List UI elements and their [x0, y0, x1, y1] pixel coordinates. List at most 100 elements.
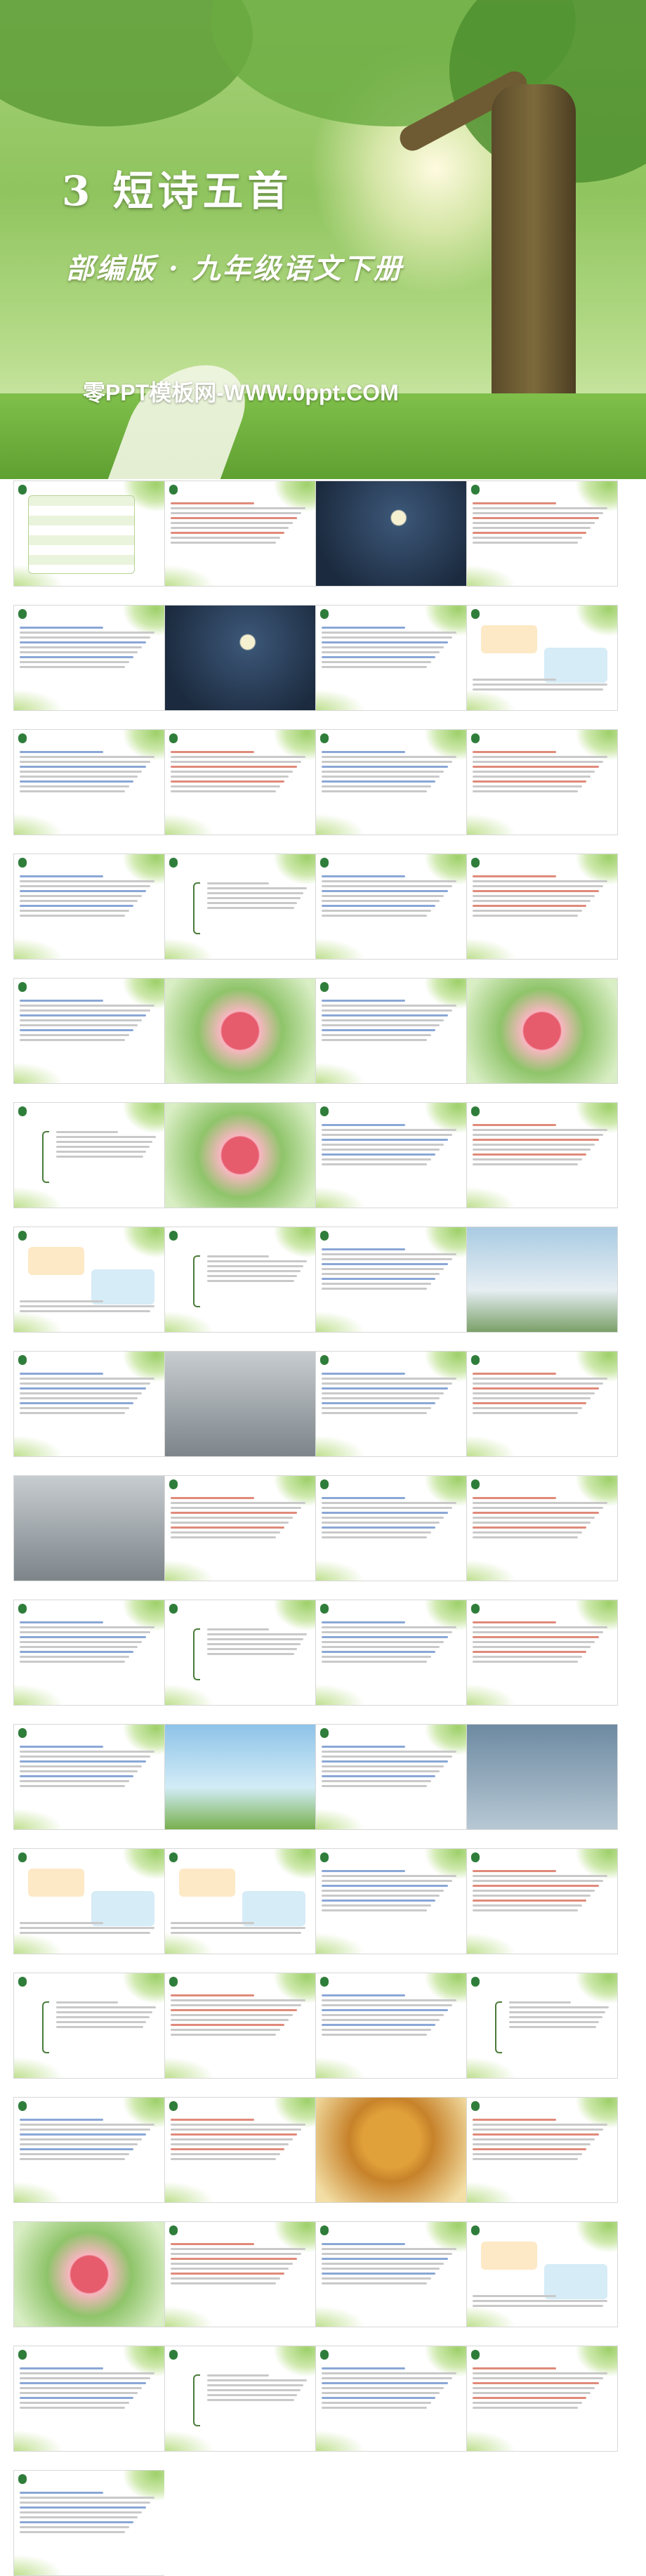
slide-thumbnail[interactable] — [315, 2346, 467, 2452]
slide-thumbnail[interactable] — [164, 480, 316, 587]
slide-thumbnail[interactable] — [13, 2097, 165, 2203]
slide-thumbnail[interactable] — [164, 1227, 316, 1333]
slide-thumbnail[interactable] — [315, 854, 467, 960]
slide-text-block — [20, 872, 159, 920]
slide-thumbnail[interactable] — [13, 2470, 165, 2576]
slide-thumbnail[interactable] — [315, 1600, 467, 1706]
text-line — [473, 2158, 579, 2160]
slide-thumbnail[interactable] — [13, 1600, 165, 1706]
text-line — [322, 1258, 453, 1260]
slide-thumbnail[interactable] — [466, 2221, 618, 2327]
slide-text-block — [20, 624, 159, 671]
slide-thumbnail[interactable] — [13, 1102, 165, 1208]
leaf-decoration — [165, 1684, 214, 1705]
text-line — [20, 1785, 126, 1787]
slide-thumbnail[interactable] — [13, 1724, 165, 1830]
text-line — [322, 1885, 449, 1887]
slide-thumbnail[interactable] — [315, 1351, 467, 1457]
slide-thumbnail[interactable] — [315, 605, 467, 711]
slide-header-badge — [320, 609, 329, 619]
slide-thumbnail[interactable] — [315, 1475, 467, 1581]
slide-thumbnail[interactable] — [164, 605, 316, 711]
text-line — [322, 1870, 405, 1872]
text-line — [473, 1124, 556, 1126]
slide-thumbnail[interactable] — [164, 2346, 316, 2452]
slide-thumbnail[interactable] — [315, 1848, 467, 1954]
slide-thumbnail[interactable] — [164, 1351, 316, 1457]
slide-thumbnail[interactable] — [13, 854, 165, 960]
leaf-decoration — [316, 813, 365, 835]
text-line — [322, 1149, 440, 1151]
text-line — [473, 1402, 587, 1404]
slide-thumbnail[interactable] — [466, 2097, 618, 2203]
slide-thumbnail[interactable] — [13, 978, 165, 1084]
slide-thumbnail[interactable] — [466, 480, 618, 587]
slide-thumbnail[interactable] — [164, 1724, 316, 1830]
slide-thumbnail[interactable] — [466, 2346, 618, 2452]
slide-header-badge — [18, 2474, 27, 2484]
text-line — [473, 2124, 608, 2126]
slide-thumbnail[interactable] — [13, 729, 165, 835]
leaf-decoration — [165, 2430, 214, 2451]
slide-thumbnail[interactable] — [315, 729, 467, 835]
slide-thumbnail[interactable] — [164, 2221, 316, 2327]
text-line — [322, 910, 432, 912]
slide-thumbnail[interactable] — [315, 1973, 467, 2079]
slide-thumbnail[interactable] — [13, 1973, 165, 2079]
slide-thumbnail[interactable] — [466, 729, 618, 835]
text-line — [20, 1310, 151, 1312]
slide-thumbnail[interactable] — [466, 854, 618, 960]
slide-thumbnail[interactable] — [13, 1227, 165, 1333]
text-line — [20, 2124, 155, 2126]
slide-thumbnail[interactable] — [164, 978, 316, 1084]
slide-thumbnail[interactable] — [315, 2097, 467, 2203]
slide-thumbnail[interactable] — [164, 854, 316, 960]
slide-thumbnail[interactable] — [466, 1351, 618, 1457]
slide-thumbnail[interactable] — [164, 1973, 316, 2079]
slide-thumbnail[interactable] — [466, 978, 618, 1084]
slide-thumbnail[interactable] — [466, 605, 618, 711]
slide-thumbnail[interactable] — [13, 480, 165, 587]
slide-text-block — [171, 2116, 310, 2163]
text-line — [20, 880, 155, 882]
slide-thumbnail[interactable] — [315, 480, 467, 587]
slide-thumbnail[interactable] — [13, 1351, 165, 1457]
text-line — [171, 2129, 302, 2131]
slide-thumbnail[interactable] — [466, 1102, 618, 1208]
slide-thumbnail[interactable] — [13, 605, 165, 711]
text-line — [56, 1136, 156, 1138]
slide-thumbnail[interactable] — [466, 1227, 618, 1333]
text-line — [322, 1124, 405, 1126]
text-line — [509, 2011, 606, 2013]
slide-thumbnail[interactable] — [164, 2470, 316, 2576]
slide-thumbnail[interactable] — [315, 1227, 467, 1333]
slide-thumbnail[interactable] — [164, 729, 316, 835]
slide-thumbnail[interactable] — [466, 1848, 618, 1954]
slide-thumbnail[interactable] — [164, 1848, 316, 1954]
text-line — [322, 1631, 453, 1633]
text-line — [20, 1034, 130, 1036]
slide-thumbnail[interactable] — [13, 2221, 165, 2327]
slide-thumbnail[interactable] — [315, 2221, 467, 2327]
text-line — [322, 2277, 432, 2280]
cover-site-link[interactable]: 零PPT模板网-WWW.0ppt.COM — [83, 375, 399, 407]
slide-thumbnail[interactable] — [13, 1475, 165, 1581]
slide-thumbnail[interactable] — [13, 2346, 165, 2452]
text-line — [473, 1631, 604, 1633]
text-line — [171, 2029, 281, 2031]
slide-thumbnail[interactable] — [13, 1848, 165, 1954]
slide-thumbnail[interactable] — [164, 1102, 316, 1208]
slide-thumbnail[interactable] — [466, 1600, 618, 1706]
slide-thumbnail[interactable] — [164, 2097, 316, 2203]
slide-thumbnail[interactable] — [315, 1724, 467, 1830]
slide-thumbnail[interactable] — [164, 1600, 316, 1706]
slide-thumbnail[interactable] — [315, 978, 467, 1084]
slide-thumbnail[interactable] — [466, 1475, 618, 1581]
slide-thumbnail[interactable] — [164, 1475, 316, 1581]
slide-thumbnail[interactable] — [466, 1973, 618, 2079]
slide-thumbnail[interactable] — [466, 1724, 618, 1830]
text-line — [171, 2248, 306, 2250]
slide-thumbnail[interactable] — [315, 1102, 467, 1208]
text-line — [171, 2148, 285, 2150]
text-line — [473, 1536, 579, 1538]
